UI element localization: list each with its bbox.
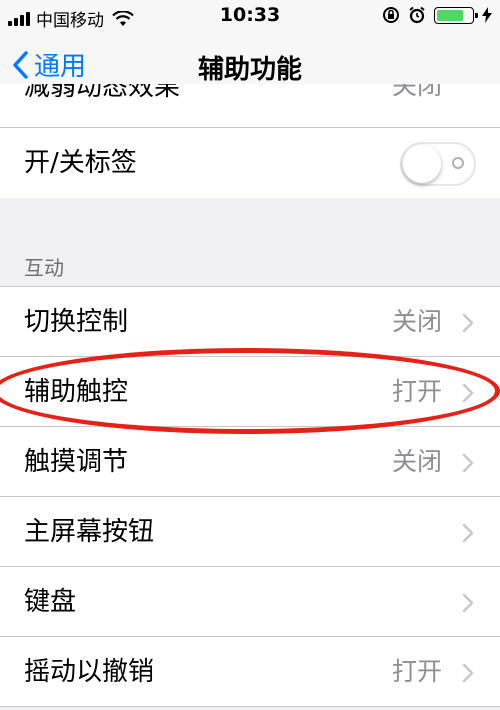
row-label: 键盘: [24, 587, 77, 617]
switch-control-row[interactable]: 切换控制 关闭: [0, 287, 500, 357]
onoff-labels-group: 开/关标签: [0, 128, 500, 198]
reduce-motion-row[interactable]: 减弱动态效果 关闭: [0, 84, 500, 128]
row-value: 关闭: [391, 307, 442, 336]
toggle-knob: [403, 145, 441, 183]
touch-accommodations-row[interactable]: 触摸调节 关闭: [0, 427, 500, 497]
row-label: 切换控制: [24, 307, 129, 337]
shake-to-undo-row[interactable]: 摇动以撤销 打开: [0, 637, 500, 707]
interaction-group: 切换控制 关闭 辅助触控 打开 触摸调节 关闭 主屏幕按钮 键盘 摇动以撤销 打…: [0, 286, 500, 707]
onoff-labels-row: 开/关标签: [0, 128, 500, 198]
row-label: 摇动以撤销: [24, 657, 155, 687]
section-header-interaction: 互动: [24, 256, 64, 280]
chevron-right-icon: [462, 523, 474, 543]
alarm-icon: [409, 6, 425, 24]
page-title: 辅助功能: [197, 55, 302, 85]
assistive-touch-row[interactable]: 辅助触控 打开: [0, 357, 500, 427]
home-button-row[interactable]: 主屏幕按钮: [0, 497, 500, 567]
row-label: 辅助触控: [24, 377, 129, 407]
keyboard-row[interactable]: 键盘: [0, 567, 500, 637]
row-value: 关闭: [391, 447, 442, 476]
charging-icon: [482, 7, 492, 23]
chevron-right-icon: [462, 453, 474, 473]
battery-icon: [434, 6, 478, 24]
off-label-icon: [452, 157, 464, 169]
chevron-right-icon: [462, 663, 474, 683]
row-label: 开/关标签: [24, 148, 137, 178]
row-label: 主屏幕按钮: [24, 517, 155, 547]
onoff-labels-toggle[interactable]: [400, 142, 476, 186]
row-value: 关闭: [391, 84, 442, 100]
chevron-right-icon: [462, 383, 474, 403]
chevron-right-icon: [462, 313, 474, 333]
status-bar: 中国移动 10:33: [0, 0, 500, 34]
orientation-lock-icon: [383, 7, 399, 23]
row-label: 减弱动态效果: [24, 84, 181, 102]
row-label: 触摸调节: [24, 447, 129, 477]
row-value: 打开: [391, 657, 442, 686]
row-value: 打开: [391, 377, 442, 406]
chevron-right-icon: [462, 593, 474, 613]
status-right: [382, 6, 492, 24]
